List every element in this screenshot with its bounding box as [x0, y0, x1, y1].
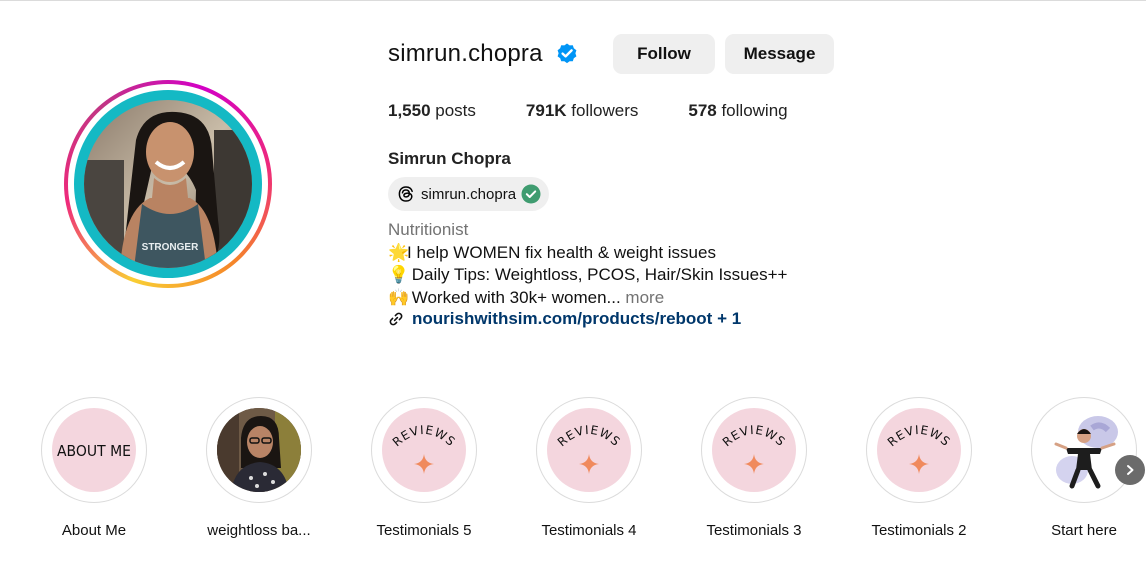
follow-button[interactable]: Follow — [613, 34, 715, 74]
bio-more-link[interactable]: more — [621, 288, 664, 307]
highlight-cover: REVIEWS — [371, 397, 477, 503]
sparkle-icon — [579, 454, 599, 474]
raised-hands-emoji-icon: 🙌 — [388, 287, 410, 307]
highlight-label: Start here — [1051, 522, 1117, 539]
sparkle-icon — [744, 454, 764, 474]
highlight-cover-text: REVIEWS — [555, 423, 623, 449]
highlight-cover — [1031, 397, 1137, 503]
highlight-testimonials-3[interactable]: REVIEWS Testimonials 3 — [684, 397, 824, 539]
svg-text:REVIEWS: REVIEWS — [885, 423, 954, 449]
sun-emoji-icon: 🌟 — [388, 242, 410, 262]
followers-link[interactable]: 791K followers — [526, 101, 638, 121]
bio-line: 🙌 Worked with 30k+ women... more — [388, 287, 787, 310]
profile-stats: 1,550 posts 791K followers 578 following — [388, 101, 838, 121]
following-link[interactable]: 578 following — [688, 101, 787, 121]
threads-verified-icon — [521, 184, 541, 204]
highlight-label: Testimonials 3 — [706, 522, 802, 539]
highlight-label: Testimonials 5 — [376, 522, 472, 539]
highlight-about-me[interactable]: ABOUT ME About Me — [24, 397, 164, 539]
verified-badge-icon — [557, 43, 577, 64]
sparkle-icon — [414, 454, 434, 474]
highlight-label: About Me — [61, 522, 127, 539]
threads-icon — [398, 186, 413, 202]
sparkle-icon — [909, 454, 929, 474]
profile-category: Nutritionist — [388, 220, 469, 239]
profile-bio: Nutritionist 🌟I help WOMEN fix health & … — [388, 219, 787, 309]
bio-line: 💡 Daily Tips: Weightloss, PCOS, Hair/Ski… — [388, 264, 787, 287]
highlight-label: Testimonials 2 — [871, 522, 967, 539]
highlight-cover: REVIEWS — [866, 397, 972, 503]
highlight-cover: ABOUT ME — [41, 397, 147, 503]
threads-badge-link[interactable]: simrun.chopra — [388, 177, 549, 211]
highlight-cover-text: ABOUT ME — [57, 442, 131, 460]
profile-full-name: Simrun Chopra — [388, 149, 511, 168]
avatar-shirt-text: STRONGER — [142, 242, 199, 253]
bio-line: 🌟I help WOMEN fix health & weight issues — [388, 242, 787, 265]
posts-count: 1,550 posts — [388, 101, 476, 120]
highlight-weightloss[interactable]: weightloss ba... — [189, 397, 329, 539]
highlights-next-button[interactable] — [1115, 455, 1145, 485]
highlight-cover — [206, 397, 312, 503]
highlight-cover-text: REVIEWS — [885, 423, 953, 449]
link-icon — [389, 312, 403, 326]
highlight-testimonials-2[interactable]: REVIEWS Testimonials 2 — [849, 397, 989, 539]
chevron-right-icon — [1127, 465, 1134, 475]
profile-username: simrun.chopra — [388, 40, 543, 67]
highlight-cover: REVIEWS — [701, 397, 807, 503]
svg-text:REVIEWS: REVIEWS — [720, 423, 789, 449]
message-button[interactable]: Message — [725, 34, 834, 74]
profile-avatar-story-ring[interactable]: STRONGER — [64, 80, 272, 288]
profile-external-link[interactable]: nourishwithsim.com/products/reboot + 1 — [388, 308, 741, 330]
highlight-testimonials-4[interactable]: REVIEWS Testimonials 4 — [519, 397, 659, 539]
highlight-cover-text: REVIEWS — [720, 423, 788, 449]
svg-text:REVIEWS: REVIEWS — [390, 423, 459, 449]
svg-text:REVIEWS: REVIEWS — [555, 423, 624, 449]
highlight-cover-text: REVIEWS — [390, 423, 458, 449]
top-divider — [0, 0, 1146, 1]
avatar: STRONGER — [84, 100, 252, 268]
external-link-text: nourishwithsim.com/products/reboot + 1 — [412, 309, 742, 328]
threads-handle: simrun.chopra — [421, 185, 517, 203]
highlight-label: Testimonials 4 — [541, 522, 637, 539]
highlight-testimonials-5[interactable]: REVIEWS Testimonials 5 — [354, 397, 494, 539]
highlight-label: weightloss ba... — [207, 522, 311, 539]
lightbulb-emoji-icon: 💡 — [388, 265, 410, 284]
highlight-cover: REVIEWS — [536, 397, 642, 503]
